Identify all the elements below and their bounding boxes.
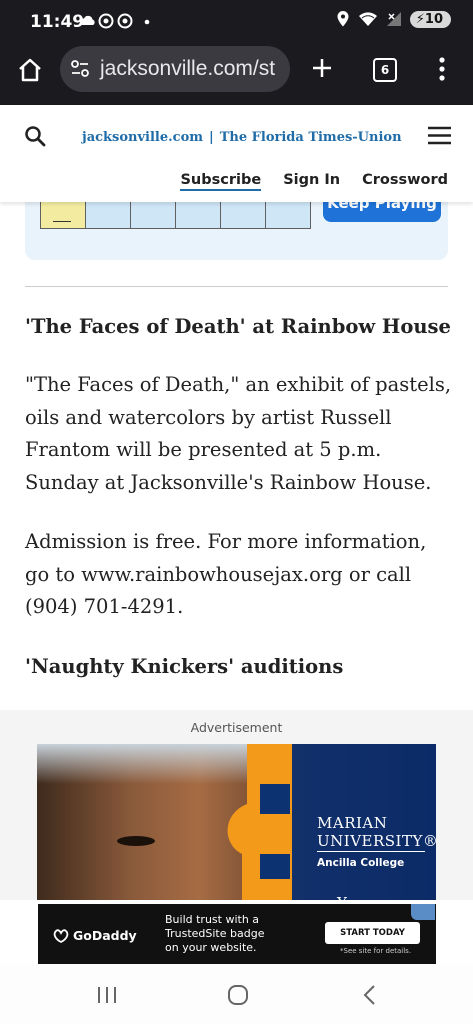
paragraph-exhibit: "The Faces of Death," an exhibit of past… (25, 373, 452, 494)
address-bar[interactable]: jacksonville.com/st (60, 46, 290, 92)
ad-copy-line-2: TrustedSite badge (165, 927, 265, 940)
location-icon (337, 11, 349, 27)
ad-copy-line-3: on your website. (165, 941, 257, 954)
article-content: 49 Keep Playing 'The Faces of Death' at … (0, 202, 473, 710)
site-brand[interactable]: jacksonville.com | The Florida Times-Union (82, 130, 402, 145)
ad-rule (317, 851, 425, 852)
marian-university-ad[interactable]: MARIAN UNIVERSITY® Ancilla College You (37, 744, 436, 904)
recents-icon[interactable] (96, 985, 118, 1005)
crossword-grid[interactable]: 49 (40, 202, 311, 229)
system-icons: ⚡10 (336, 10, 451, 28)
search-icon[interactable] (24, 125, 46, 147)
site-header: jacksonville.com | The Florida Times-Union… (0, 105, 473, 202)
home-nav-icon[interactable] (226, 984, 250, 1006)
ad-college: Ancilla College (317, 857, 405, 869)
subscribe-link[interactable]: Subscribe (180, 172, 262, 191)
brand-times-union: The Florida Times-Union (219, 130, 402, 145)
crossword-cell[interactable] (130, 202, 176, 229)
brand-jacksonville: jacksonville.com (82, 130, 203, 145)
brand-separator: | (209, 130, 214, 145)
crossword-cell[interactable] (85, 202, 131, 229)
chrome-icon (117, 13, 133, 29)
crossword-cell[interactable] (220, 202, 266, 229)
cell-number: 49 (43, 202, 53, 203)
browser-toolbar: jacksonville.com/st 6 (0, 45, 473, 105)
system-nav-bar (0, 965, 473, 1024)
battery-indicator: ⚡10 (409, 10, 451, 28)
menu-dots-icon[interactable] (437, 56, 447, 82)
ad-university-line-2: UNIVERSITY® (317, 832, 436, 850)
sign-in-link[interactable]: Sign In (283, 172, 340, 191)
crossword-link[interactable]: Crossword (362, 172, 448, 191)
status-bar: 11:49 ⚡10 (0, 0, 473, 45)
url-text: jacksonville.com/st (100, 57, 276, 80)
crossword-cell[interactable] (175, 202, 221, 229)
ad-label: Advertisement (190, 720, 283, 735)
header-nav: Subscribe Sign In Crossword (180, 172, 448, 191)
keep-playing-button[interactable]: Keep Playing (323, 202, 441, 222)
cell-cursor (53, 221, 71, 222)
godaddy-ad[interactable]: GoDaddy Build trust with a TrustedSite b… (38, 904, 436, 964)
site-info-icon[interactable] (70, 59, 90, 79)
godaddy-brand: GoDaddy (73, 928, 137, 943)
wifi-icon (358, 12, 377, 26)
battery-level: 10 (424, 11, 443, 27)
signal-icon (386, 12, 401, 26)
ad-close-tab[interactable] (411, 904, 435, 920)
godaddy-logo: GoDaddy (53, 928, 137, 943)
chrome-icon (98, 13, 114, 29)
tab-switcher-button[interactable]: 6 (373, 58, 397, 82)
section-divider (25, 286, 448, 287)
ad-copy-line-1: Build trust with a (165, 913, 260, 926)
crossword-promo: 49 Keep Playing (25, 202, 448, 260)
back-icon[interactable] (362, 984, 378, 1006)
start-today-button[interactable]: START TODAY (325, 922, 420, 944)
ad-disclaimer: *See site for details. (340, 947, 412, 955)
status-time: 11:49 (30, 12, 85, 32)
tab-count: 6 (380, 63, 390, 77)
crossword-cell[interactable]: 49 (40, 202, 86, 229)
ad-copy: Build trust with a TrustedSite badge on … (165, 913, 264, 955)
ad-university-line-1: MARIAN (317, 814, 388, 832)
section-heading-faces-of-death: 'The Faces of Death' at Rainbow House (25, 315, 451, 338)
section-heading-naughty-knickers: 'Naughty Knickers' auditions (25, 655, 344, 678)
crossword-cell[interactable] (265, 202, 311, 229)
hamburger-icon[interactable] (428, 126, 451, 145)
godaddy-logo-icon (53, 928, 69, 943)
notification-icons (80, 13, 150, 34)
home-icon[interactable] (17, 57, 43, 83)
plus-icon[interactable] (311, 57, 333, 79)
sticky-ad-banner: GoDaddy Build trust with a TrustedSite b… (0, 900, 473, 965)
cloud-icon (80, 15, 95, 25)
paragraph-admission: Admission is free. For more information,… (25, 530, 427, 618)
